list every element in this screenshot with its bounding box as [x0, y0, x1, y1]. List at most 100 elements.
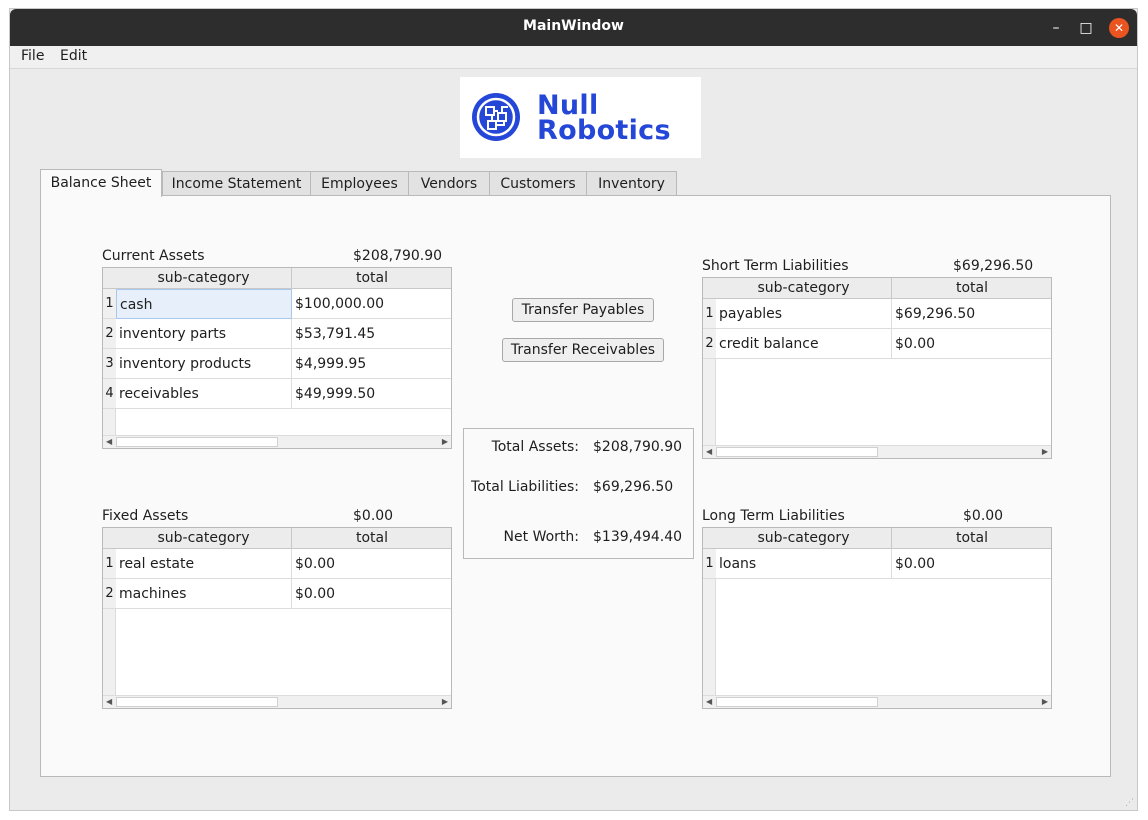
cell-sub-category[interactable]: receivables — [116, 379, 292, 409]
scroll-left-icon[interactable]: ◀ — [706, 446, 712, 458]
long-term-liabilities-total: $0.00 — [963, 508, 1004, 524]
short-term-liabilities-label: Short Term Liabilities — [702, 258, 849, 274]
tab-inventory[interactable]: Inventory — [586, 171, 677, 196]
horizontal-scrollbar[interactable]: ◀ ▶ — [103, 435, 451, 448]
cell-sub-category[interactable]: machines — [116, 579, 292, 609]
total-liabilities-value: $69,296.50 — [593, 479, 674, 495]
cell-total[interactable]: $100,000.00 — [292, 289, 451, 319]
horizontal-scrollbar[interactable]: ◀ ▶ — [703, 445, 1051, 458]
tab-customers[interactable]: Customers — [489, 171, 587, 196]
column-header-total[interactable]: total — [892, 528, 1051, 548]
column-header-sub-category[interactable]: sub-category — [716, 528, 892, 548]
menu-bar: File Edit — [10, 46, 1137, 69]
scrollbar-thumb[interactable] — [716, 447, 878, 457]
row-number[interactable]: 1 — [703, 299, 716, 329]
total-assets-value: $208,790.90 — [593, 439, 683, 455]
column-header-sub-category[interactable]: sub-category — [116, 528, 292, 548]
balance-sheet-panel: Current Assets $208,790.90 sub-category … — [40, 195, 1111, 777]
fixed-assets-label: Fixed Assets — [102, 508, 189, 524]
table-row[interactable]: 2 inventory parts $53,791.45 — [103, 319, 451, 349]
resize-grip-icon[interactable]: ⋰ — [1125, 798, 1134, 808]
table-row[interactable]: 2 machines $0.00 — [103, 579, 451, 609]
row-number[interactable]: 1 — [703, 549, 716, 579]
scroll-right-icon[interactable]: ▶ — [442, 436, 448, 448]
cell-total[interactable]: $53,791.45 — [292, 319, 451, 349]
transfer-payables-button[interactable]: Transfer Payables — [512, 298, 654, 322]
horizontal-scrollbar[interactable]: ◀ ▶ — [703, 695, 1051, 708]
tab-income-statement[interactable]: Income Statement — [162, 171, 311, 196]
current-assets-total: $208,790.90 — [353, 248, 443, 264]
table-row[interactable]: 2 credit balance $0.00 — [703, 329, 1051, 359]
column-header-sub-category[interactable]: sub-category — [716, 278, 892, 298]
cell-sub-category[interactable]: inventory products — [116, 349, 292, 379]
cell-sub-category[interactable]: real estate — [116, 549, 292, 579]
scroll-left-icon[interactable]: ◀ — [106, 436, 112, 448]
table-header: sub-category total — [103, 528, 451, 549]
table-header: sub-category total — [703, 278, 1051, 299]
column-header-total[interactable]: total — [292, 528, 451, 548]
scrollbar-thumb[interactable] — [116, 697, 278, 707]
horizontal-scrollbar[interactable]: ◀ ▶ — [103, 695, 451, 708]
cell-sub-category[interactable]: inventory parts — [116, 319, 292, 349]
cell-total[interactable]: $0.00 — [292, 579, 451, 609]
net-worth-label: Net Worth: — [503, 529, 579, 545]
row-number[interactable]: 4 — [103, 379, 116, 409]
transfer-receivables-button[interactable]: Transfer Receivables — [502, 338, 664, 362]
row-number[interactable]: 2 — [103, 579, 116, 609]
cell-sub-category[interactable]: payables — [716, 299, 892, 329]
current-assets-table[interactable]: sub-category total 1 cash $100,000.00 2 … — [102, 267, 452, 449]
close-icon[interactable]: ✕ — [1109, 18, 1129, 38]
tab-balance-sheet[interactable]: Balance Sheet — [40, 169, 162, 197]
row-number[interactable]: 1 — [103, 549, 116, 579]
current-assets-label: Current Assets — [102, 248, 205, 264]
minimize-icon[interactable]: – — [1046, 18, 1066, 38]
long-term-liabilities-table[interactable]: sub-category total 1 loans $0.00 ◀ ▶ — [702, 527, 1052, 709]
tab-vendors[interactable]: Vendors — [408, 171, 490, 196]
table-row[interactable]: 1 loans $0.00 — [703, 549, 1051, 579]
table-row[interactable]: 1 cash $100,000.00 — [103, 289, 451, 319]
title-bar[interactable]: MainWindow – □ ✕ — [10, 9, 1137, 46]
tab-employees[interactable]: Employees — [310, 171, 409, 196]
cell-sub-category[interactable]: cash — [116, 289, 292, 319]
cell-total[interactable]: $49,999.50 — [292, 379, 451, 409]
fixed-assets-table[interactable]: sub-category total 1 real estate $0.00 2… — [102, 527, 452, 709]
long-term-liabilities-label: Long Term Liabilities — [702, 508, 845, 524]
short-term-liabilities-table[interactable]: sub-category total 1 payables $69,296.50… — [702, 277, 1052, 459]
scroll-right-icon[interactable]: ▶ — [1042, 696, 1048, 708]
table-row[interactable]: 3 inventory products $4,999.95 — [103, 349, 451, 379]
row-number[interactable]: 1 — [103, 289, 116, 319]
cell-total[interactable]: $0.00 — [892, 329, 1051, 359]
company-logo: Null Robotics — [460, 77, 701, 158]
window-title: MainWindow — [523, 18, 624, 34]
cell-total[interactable]: $0.00 — [292, 549, 451, 579]
menu-file[interactable]: File — [21, 48, 44, 64]
scroll-left-icon[interactable]: ◀ — [706, 696, 712, 708]
main-window: MainWindow – □ ✕ File Edit Null Robotics… — [9, 8, 1138, 811]
cell-total[interactable]: $69,296.50 — [892, 299, 1051, 329]
cell-total[interactable]: $4,999.95 — [292, 349, 451, 379]
fixed-assets-total: $0.00 — [353, 508, 394, 524]
cell-sub-category[interactable]: loans — [716, 549, 892, 579]
row-number[interactable]: 2 — [103, 319, 116, 349]
scrollbar-thumb[interactable] — [716, 697, 878, 707]
scroll-right-icon[interactable]: ▶ — [442, 696, 448, 708]
maximize-icon[interactable]: □ — [1076, 18, 1096, 38]
scrollbar-thumb[interactable] — [116, 437, 278, 447]
circuit-logo-icon — [472, 93, 520, 141]
total-assets-label: Total Assets: — [491, 439, 579, 455]
table-row[interactable]: 1 payables $69,296.50 — [703, 299, 1051, 329]
table-row[interactable]: 4 receivables $49,999.50 — [103, 379, 451, 409]
menu-edit[interactable]: Edit — [60, 48, 87, 64]
scroll-left-icon[interactable]: ◀ — [106, 696, 112, 708]
column-header-total[interactable]: total — [292, 268, 451, 288]
column-header-sub-category[interactable]: sub-category — [116, 268, 292, 288]
table-row[interactable]: 1 real estate $0.00 — [103, 549, 451, 579]
short-term-liabilities-total: $69,296.50 — [953, 258, 1034, 274]
net-worth-value: $139,494.40 — [593, 529, 683, 545]
scroll-right-icon[interactable]: ▶ — [1042, 446, 1048, 458]
cell-sub-category[interactable]: credit balance — [716, 329, 892, 359]
row-number[interactable]: 2 — [703, 329, 716, 359]
row-number[interactable]: 3 — [103, 349, 116, 379]
cell-total[interactable]: $0.00 — [892, 549, 1051, 579]
column-header-total[interactable]: total — [892, 278, 1051, 298]
